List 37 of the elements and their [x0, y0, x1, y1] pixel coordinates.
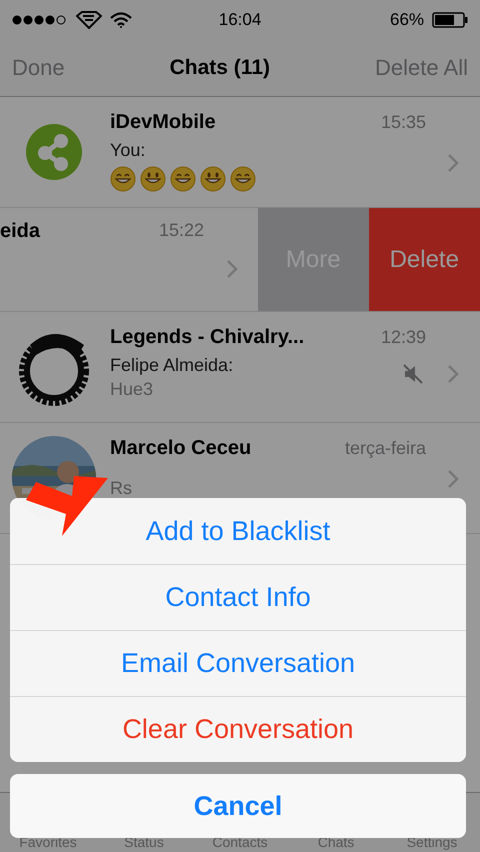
action-sheet-item[interactable]: Email Conversation	[10, 630, 466, 696]
smiley-icon	[110, 166, 136, 192]
battery-percent: 66%	[390, 10, 424, 30]
chat-name: Marcelo Ceceu	[110, 437, 252, 460]
action-sheet-item[interactable]: Clear Conversation	[10, 696, 466, 762]
delete-all-button[interactable]: Delete All	[375, 55, 468, 81]
chat-time: 15:35	[380, 112, 426, 133]
share-logo-icon	[25, 123, 83, 181]
sender-name: You:	[110, 140, 146, 160]
chevron-icon	[447, 469, 459, 489]
cancel-button[interactable]: Cancel	[10, 774, 466, 838]
wifi-icon	[110, 12, 132, 28]
chat-time: 15:22	[158, 220, 204, 242]
smiley-icon	[200, 166, 226, 192]
delete-button[interactable]: Delete	[368, 208, 480, 311]
action-sheet-item[interactable]: Contact Info	[10, 564, 466, 630]
superman-logo-icon	[76, 11, 102, 29]
done-button[interactable]: Done	[12, 55, 65, 81]
chevron-icon	[447, 153, 459, 173]
battery-icon	[432, 12, 468, 28]
message-preview: Hue3	[110, 379, 154, 399]
chevron-icon	[226, 259, 238, 279]
chat-time: 12:39	[380, 327, 426, 348]
smiley-icon	[170, 166, 196, 192]
chevron-icon	[447, 364, 459, 384]
chat-name: Legends - Chivalry...	[110, 326, 304, 349]
smiley-icon	[140, 166, 166, 192]
status-time: 16:04	[218, 10, 262, 30]
chat-name: eida	[0, 220, 40, 243]
message-preview: Rs	[110, 478, 133, 498]
smiley-icon	[230, 166, 256, 192]
chat-time: terça-feira	[344, 438, 426, 459]
signal-icon	[12, 15, 68, 25]
chat-name: iDevMobile	[110, 111, 216, 134]
nav-title: Chats (11)	[170, 56, 270, 80]
action-sheet-item[interactable]: Add to Blacklist	[10, 498, 466, 564]
sender-name: Felipe Almeida:	[110, 355, 234, 375]
